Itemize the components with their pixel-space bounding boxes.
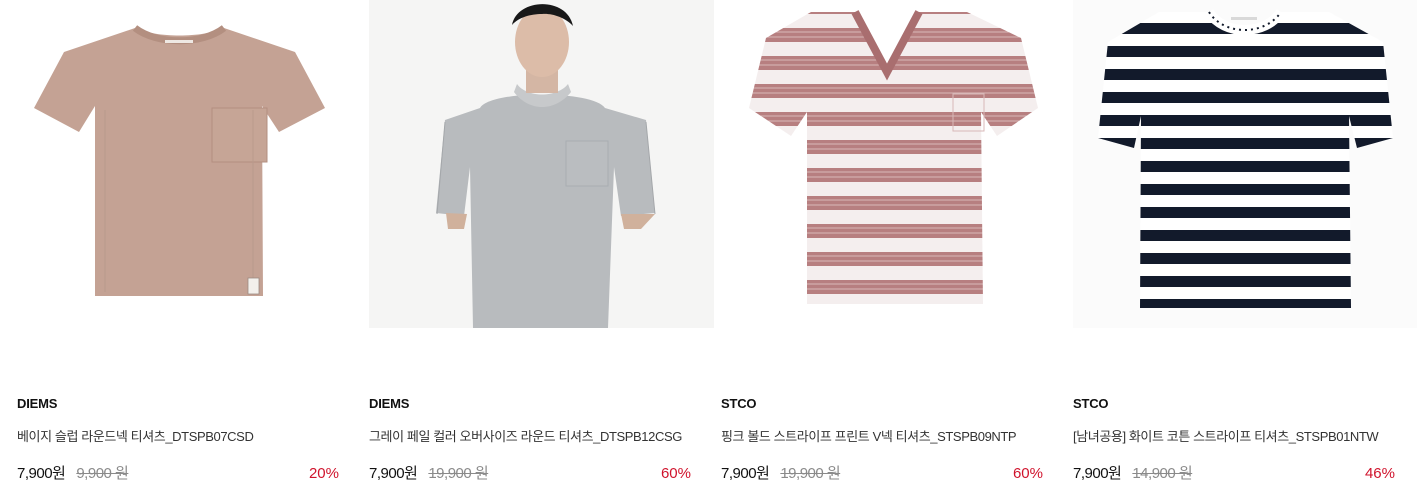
sale-price: 7,900원 <box>721 465 770 482</box>
sale-price: 7,900원 <box>369 465 418 482</box>
product-card[interactable]: DIEMS 베이지 슬럽 라운드넥 티셔츠_DTSPB07CSD 7,900원 … <box>17 0 362 494</box>
discount-rate: 60% <box>1012 465 1043 482</box>
product-image[interactable] <box>721 0 1066 328</box>
product-image[interactable] <box>369 0 714 328</box>
product-name[interactable]: 핑크 볼드 스트라이프 프린트 V넥 티셔츠_STSPB09NTP <box>721 426 1017 445</box>
brand-name: DIEMS <box>369 396 410 411</box>
discount-rate: 46% <box>1364 465 1395 482</box>
price-row: 7,900원 14,900 원 46% <box>1073 462 1395 482</box>
product-image[interactable] <box>1073 0 1417 328</box>
product-card[interactable]: STCO [남녀공용] 화이트 코튼 스트라이프 티셔츠_STSPB01NTW … <box>1073 0 1417 494</box>
brand-name: STCO <box>721 396 757 411</box>
discount-rate: 20% <box>308 465 339 482</box>
sale-price: 7,900원 <box>17 465 66 482</box>
brand-name: DIEMS <box>17 396 58 411</box>
price-row: 7,900원 9,900 원 20% <box>17 462 339 482</box>
price-row: 7,900원 19,900 원 60% <box>369 462 691 482</box>
original-price: 19,900 원 <box>780 465 841 482</box>
product-name[interactable]: 그레이 페일 컬러 오버사이즈 라운드 티셔츠_DTSPB12CSG <box>369 426 682 445</box>
original-price: 14,900 원 <box>1132 465 1193 482</box>
gray-oversized-tshirt-model-image <box>369 0 714 328</box>
brand-name: STCO <box>1073 396 1109 411</box>
beige-pocket-tshirt-image <box>17 0 362 328</box>
product-name[interactable]: 베이지 슬럽 라운드넥 티셔츠_DTSPB07CSD <box>17 426 254 445</box>
original-price: 19,900 원 <box>428 465 489 482</box>
product-name[interactable]: [남녀공용] 화이트 코튼 스트라이프 티셔츠_STSPB01NTW <box>1073 426 1379 445</box>
original-price: 9,900 원 <box>76 465 129 482</box>
sale-price: 7,900원 <box>1073 465 1122 482</box>
product-card[interactable]: DIEMS 그레이 페일 컬러 오버사이즈 라운드 티셔츠_DTSPB12CSG… <box>369 0 714 494</box>
navy-white-striped-tshirt-image <box>1073 0 1417 328</box>
product-grid: DIEMS 베이지 슬럽 라운드넥 티셔츠_DTSPB07CSD 7,900원 … <box>0 0 1417 494</box>
price-row: 7,900원 19,900 원 60% <box>721 462 1043 482</box>
product-image[interactable] <box>17 0 362 328</box>
pink-striped-vneck-tshirt-image <box>721 0 1066 328</box>
product-card[interactable]: STCO 핑크 볼드 스트라이프 프린트 V넥 티셔츠_STSPB09NTP 7… <box>721 0 1066 494</box>
discount-rate: 60% <box>660 465 691 482</box>
